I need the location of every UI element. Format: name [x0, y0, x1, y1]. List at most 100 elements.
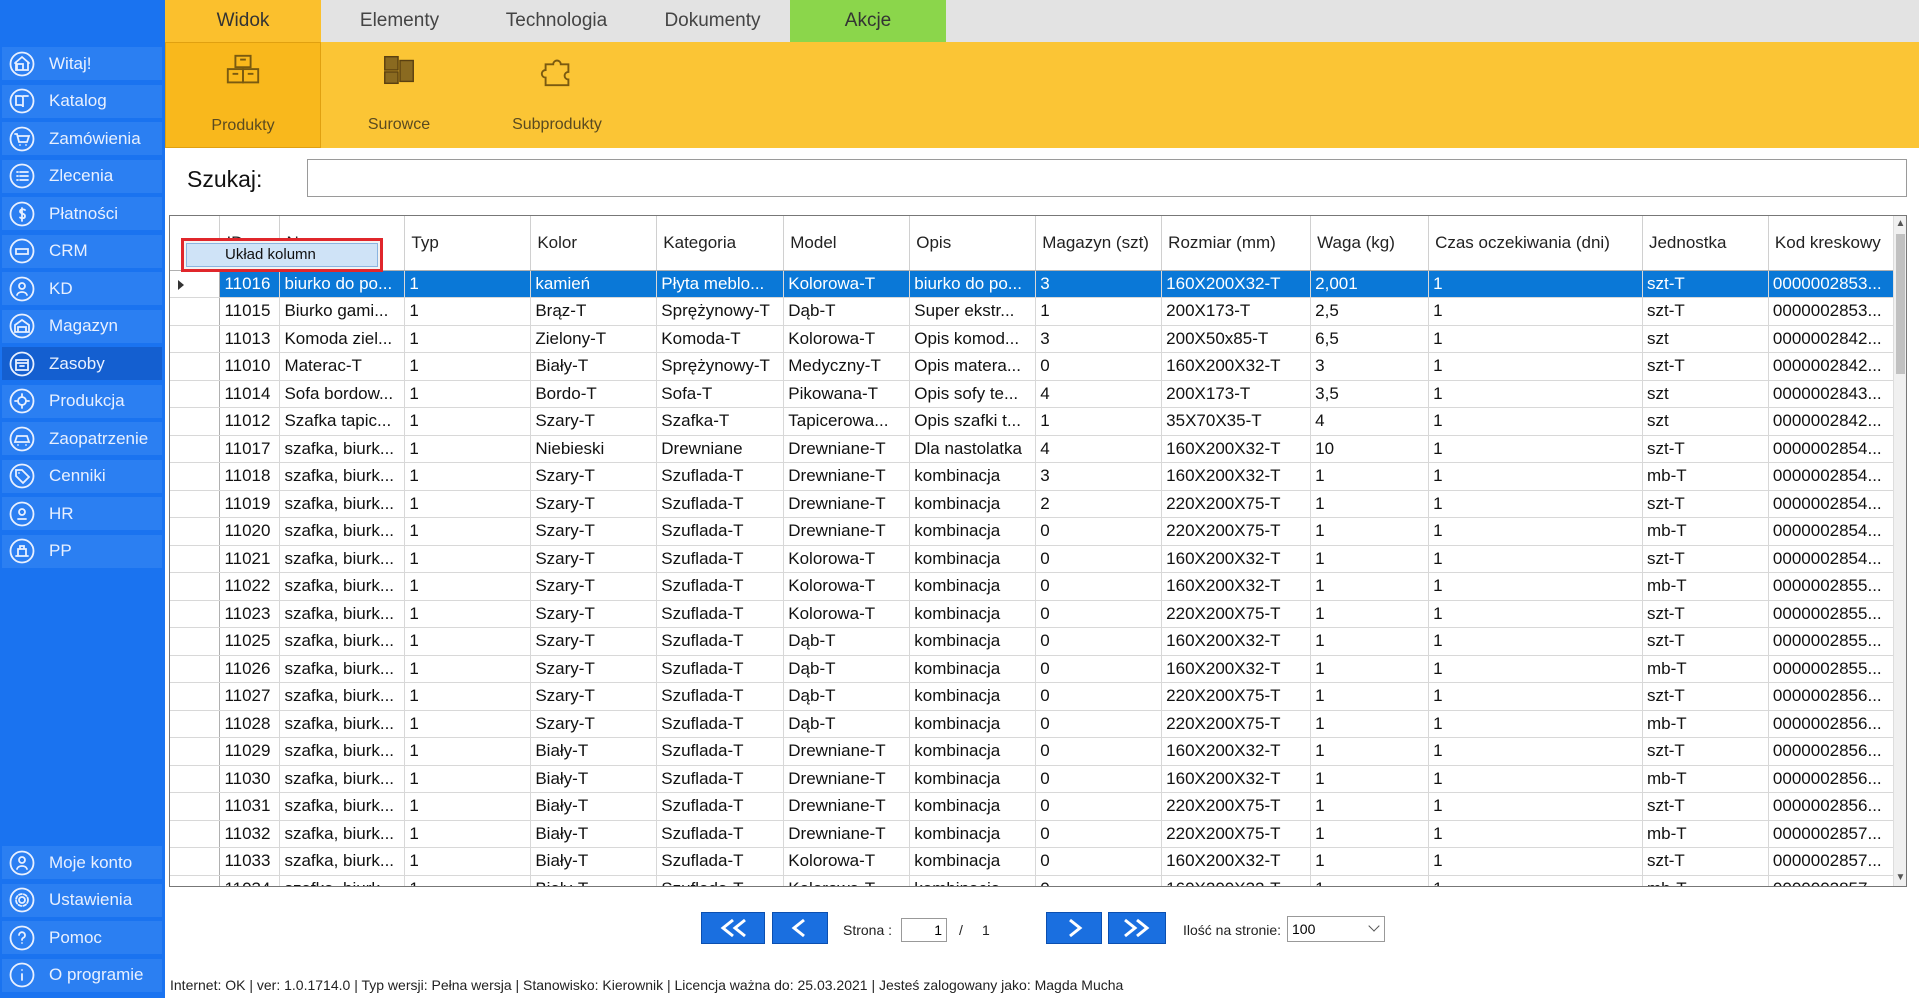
row-header[interactable]: [170, 627, 221, 656]
sidebar-item-zaopatrzenie[interactable]: Zaopatrzenie: [2, 422, 162, 455]
tab-dokumenty[interactable]: Dokumenty: [635, 0, 790, 42]
table-row[interactable]: 11031 szafka, biurk... 1 Biały-T Szuflada-T D…: [170, 792, 1894, 821]
table-row[interactable]: 11021 szafka, biurk... 1 Szary-T Szuflada-T K…: [170, 545, 1894, 573]
row-header[interactable]: [170, 462, 221, 491]
scroll-up-icon[interactable]: ▲: [1895, 218, 1906, 230]
table-row[interactable]: 11010 Materac-T 1 Biały-T Sprężynowy-T Medycz…: [170, 352, 1894, 381]
row-header[interactable]: [170, 655, 221, 683]
sidebar-item-zlecenia[interactable]: Zlecenia: [2, 159, 162, 193]
row-header[interactable]: [170, 325, 221, 353]
raw-materials-button[interactable]: Surowce: [321, 42, 477, 148]
table-row[interactable]: 11020 szafka, biurk... 1 Szary-T Szuflada-T D…: [170, 517, 1894, 546]
sidebar-item-witaj[interactable]: Witaj!: [2, 47, 162, 80]
products-button[interactable]: Produkty: [165, 42, 321, 148]
sidebar-item-magazyn[interactable]: Magazyn: [2, 309, 162, 343]
sidebar-item-hr[interactable]: HR: [2, 497, 162, 530]
next-page-button[interactable]: [1046, 912, 1102, 944]
row-header[interactable]: [170, 875, 221, 886]
column-header[interactable]: Magazyn (szt): [1035, 216, 1163, 271]
sidebar-item-zamówienia[interactable]: Zamówienia: [2, 122, 162, 155]
last-page-button[interactable]: [1108, 912, 1166, 944]
sidebar-item-pomoc[interactable]: Pomoc: [2, 921, 162, 954]
sidebar-item-katalog[interactable]: Katalog: [2, 84, 162, 118]
table-row[interactable]: 11026 szafka, biurk... 1 Szary-T Szuflada-T D…: [170, 655, 1894, 683]
sidebar-item-cenniki[interactable]: Cenniki: [2, 459, 162, 493]
per-page-select[interactable]: 100: [1287, 916, 1385, 942]
sidebar-item-moje-konto[interactable]: Moje konto: [2, 846, 162, 879]
tab-elementy[interactable]: Elementy: [321, 0, 478, 42]
sidebar-item-o-programie[interactable]: O programie: [2, 958, 162, 992]
table-row[interactable]: 11014 Sofa bordow... 1 Bordo-T Sofa-T Pikowan…: [170, 380, 1894, 408]
column-header[interactable]: Typ: [404, 216, 532, 271]
row-header[interactable]: [170, 352, 221, 381]
sidebar-item-produkcja[interactable]: Produkcja: [2, 384, 162, 418]
row-header[interactable]: [170, 407, 221, 436]
table-row[interactable]: 11032 szafka, biurk... 1 Biały-T Szuflada-T D…: [170, 820, 1894, 848]
table-row[interactable]: 11034szafka, biurk...1Biały-TSzuflada-TK…: [170, 875, 1894, 886]
row-header[interactable]: [170, 297, 221, 326]
tab-widok[interactable]: Widok: [165, 0, 321, 42]
search-input[interactable]: [307, 159, 1907, 197]
column-header[interactable]: Czas oczekiwania (dni): [1428, 216, 1643, 271]
page-number-input[interactable]: [901, 918, 947, 942]
row-header[interactable]: [170, 270, 221, 298]
sidebar-item-płatności[interactable]: Płatności: [2, 197, 162, 230]
table-row[interactable]: 11013 Komoda ziel... 1 Zielony-T Komoda-T Kol…: [170, 325, 1894, 353]
table-row[interactable]: 11012 Szafka tapic... 1 Szary-T Szafka-T Tapi…: [170, 407, 1894, 436]
row-header[interactable]: [170, 820, 221, 848]
sidebar-item-pp[interactable]: PP: [2, 534, 162, 568]
table-row[interactable]: 11015 Biurko gami... 1 Brąz-T Sprężynowy-T Dą…: [170, 297, 1894, 326]
table-row[interactable]: 11029 szafka, biurk... 1 Biały-T Szuflada-T D…: [170, 737, 1894, 766]
column-header[interactable]: Opis: [909, 216, 1037, 271]
table-row[interactable]: 11019 szafka, biurk... 1 Szary-T Szuflada-T D…: [170, 490, 1894, 518]
row-header[interactable]: [170, 517, 221, 546]
first-page-button[interactable]: [701, 912, 765, 944]
table-row[interactable]: 11016 biurko do po... 1 kamień Płyta meblo..…: [170, 270, 1894, 298]
row-header[interactable]: [170, 572, 221, 601]
row-header[interactable]: [170, 737, 221, 766]
table-row[interactable]: 11033 szafka, biurk... 1 Biały-T Szuflada-T K…: [170, 847, 1894, 876]
scroll-down-icon[interactable]: ▼: [1895, 872, 1906, 884]
row-header[interactable]: [170, 792, 221, 821]
table-row[interactable]: 11022 szafka, biurk... 1 Szary-T Szuflada-T K…: [170, 572, 1894, 601]
column-header[interactable]: Jednostka: [1642, 216, 1769, 271]
sidebar-item-ustawienia[interactable]: Ustawienia: [2, 883, 162, 917]
table-row[interactable]: 11027 szafka, biurk... 1 Szary-T Szuflada-T D…: [170, 682, 1894, 711]
column-header[interactable]: Waga (kg): [1310, 216, 1430, 271]
table-row[interactable]: 11018 szafka, biurk... 1 Szary-T Szuflada-T D…: [170, 462, 1894, 491]
row-header[interactable]: [170, 545, 221, 573]
sidebar-item-zasoby[interactable]: Zasoby: [2, 347, 162, 380]
table-row[interactable]: 11017 szafka, biurk... 1 Niebieski Drewniane…: [170, 435, 1894, 463]
row-header[interactable]: [170, 600, 221, 628]
table-cell: 1: [404, 270, 532, 298]
tab-technologia[interactable]: Technologia: [478, 0, 635, 42]
row-header[interactable]: [170, 490, 221, 518]
table-row[interactable]: 11023 szafka, biurk... 1 Szary-T Szuflada-T K…: [170, 600, 1894, 628]
column-header[interactable]: Rozmiar (mm): [1161, 216, 1312, 271]
column-header[interactable]: Kolor: [530, 216, 658, 271]
column-header[interactable]: Model: [783, 216, 911, 271]
row-header[interactable]: [170, 710, 221, 738]
table-cell: Dąb-T: [783, 710, 911, 738]
table-cell: 2,001: [1310, 270, 1430, 298]
scrollbar-thumb[interactable]: [1896, 234, 1905, 374]
subproducts-button[interactable]: Subprodukty: [477, 42, 637, 148]
table-cell: 1: [404, 490, 532, 518]
tab-akcje[interactable]: Akcje: [790, 0, 946, 42]
table-cell: Opis szafki t...: [909, 407, 1037, 436]
row-header[interactable]: [170, 847, 221, 876]
table-row[interactable]: 11025 szafka, biurk... 1 Szary-T Szuflada-T D…: [170, 627, 1894, 656]
column-layout-menu-item[interactable]: Układ kolumn: [186, 243, 378, 267]
row-header[interactable]: [170, 765, 221, 793]
table-row[interactable]: 11028 szafka, biurk... 1 Szary-T Szuflada-T D…: [170, 710, 1894, 738]
row-header[interactable]: [170, 682, 221, 711]
sidebar-item-kd[interactable]: KD: [2, 272, 162, 305]
vertical-scrollbar[interactable]: ▲ ▼: [1893, 216, 1906, 886]
previous-page-button[interactable]: [772, 912, 828, 944]
table-row[interactable]: 11030 szafka, biurk... 1 Biały-T Szuflada-T D…: [170, 765, 1894, 793]
column-header[interactable]: Kod kreskowy: [1768, 216, 1894, 271]
sidebar-item-crm[interactable]: CRM: [2, 234, 162, 268]
column-header[interactable]: Kategoria: [656, 216, 785, 271]
row-header[interactable]: [170, 435, 221, 463]
row-header[interactable]: [170, 380, 221, 408]
